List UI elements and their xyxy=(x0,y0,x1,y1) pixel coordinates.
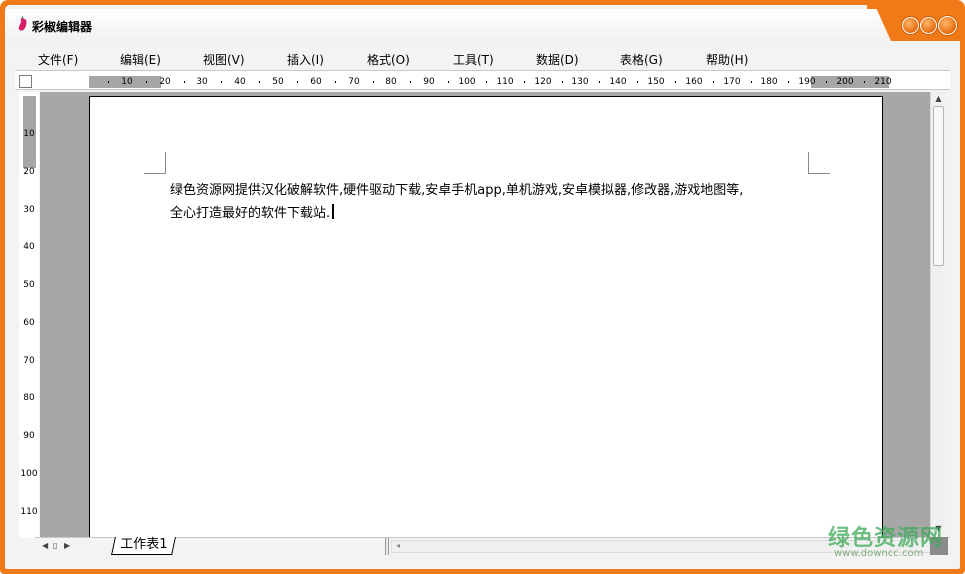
ruler-tick xyxy=(108,81,109,83)
ruler-label: 40 xyxy=(23,242,35,252)
ruler-label: 60 xyxy=(310,77,322,87)
horizontal-ruler[interactable]: 10 20 30 40 50 60 70 80 90 100 110 120 1… xyxy=(89,76,892,88)
ruler-tick xyxy=(562,81,563,83)
ruler-label: 30 xyxy=(23,205,35,215)
ruler-label: 50 xyxy=(23,280,35,290)
ruler-tick xyxy=(864,81,865,83)
tab-next-icon[interactable]: ▶ xyxy=(64,541,70,550)
title-strip xyxy=(5,9,875,41)
ruler-tick xyxy=(259,81,260,83)
ruler-label: 200 xyxy=(836,77,854,87)
menu-edit[interactable]: 编辑(E) xyxy=(120,51,161,68)
ruler-tick xyxy=(826,81,827,83)
ruler-label: 30 xyxy=(196,77,208,87)
ruler-tick xyxy=(410,81,411,83)
ruler-tick xyxy=(297,81,298,83)
watermark-logo: 绿色资源网 www.downcc.com xyxy=(828,520,948,560)
ruler-label: 130 xyxy=(571,77,589,87)
menu-view[interactable]: 视图(V) xyxy=(203,51,245,68)
tab-list-icon[interactable]: ▯ xyxy=(53,541,57,550)
margin-corner-right xyxy=(808,152,830,174)
document-canvas: 绿色资源网提供汉化破解软件,硬件驱动下载,安卓手机app,单机游戏,安卓模拟器,… xyxy=(40,92,930,538)
ruler-tick xyxy=(713,81,714,83)
ruler-label: 110 xyxy=(20,507,38,517)
sheet-tab-label: 工作表1 xyxy=(120,537,168,552)
ruler-tick xyxy=(599,81,600,83)
ruler-label: 10 xyxy=(121,77,133,87)
ruler-label: 70 xyxy=(23,356,35,366)
ruler-label: 150 xyxy=(647,77,665,87)
ruler-tick xyxy=(675,81,676,83)
ruler-tick xyxy=(637,81,638,83)
ruler-tick xyxy=(448,81,449,83)
menu-data[interactable]: 数据(D) xyxy=(536,51,579,68)
ruler-label: 80 xyxy=(385,77,397,87)
document-line: 绿色资源网提供汉化破解软件,硬件驱动下载,安卓手机app,单机游戏,安卓模拟器,… xyxy=(170,183,744,198)
vertical-ruler[interactable]: 10 20 30 40 50 60 70 80 90 100 110 xyxy=(19,92,39,538)
ruler-label: 60 xyxy=(23,318,35,328)
scroll-up-icon[interactable]: ▲ xyxy=(931,94,946,106)
ruler-tick xyxy=(373,81,374,83)
ruler-label: 100 xyxy=(20,469,38,479)
ruler-tick xyxy=(335,81,336,83)
pepper-icon xyxy=(18,16,27,31)
window-bottom-edge xyxy=(15,555,950,561)
ruler-label: 20 xyxy=(159,77,171,87)
ruler-tick xyxy=(146,81,147,83)
ruler-tick xyxy=(751,81,752,83)
text-caret xyxy=(332,204,335,219)
watermark-url: www.downcc.com xyxy=(834,548,924,559)
margin-corner-left xyxy=(144,152,166,174)
vertical-scrollbar[interactable]: ▲ ▼ xyxy=(930,92,945,538)
window-title: 彩椒编辑器 xyxy=(32,20,93,34)
ruler-label: 40 xyxy=(234,77,246,87)
ruler-label: 100 xyxy=(458,77,476,87)
menu-help[interactable]: 帮助(H) xyxy=(706,51,748,68)
ruler-label: 210 xyxy=(874,77,892,87)
ruler-tick xyxy=(486,81,487,83)
ruler-label: 20 xyxy=(23,167,35,177)
vertical-scroll-thumb[interactable] xyxy=(933,106,944,266)
menu-table[interactable]: 表格(G) xyxy=(620,51,663,68)
close-circle-icon[interactable] xyxy=(938,16,957,35)
minimize-circle-icon[interactable] xyxy=(902,17,919,34)
ruler-tick xyxy=(184,81,185,83)
document-page[interactable]: 绿色资源网提供汉化破解软件,硬件驱动下载,安卓手机app,单机游戏,安卓模拟器,… xyxy=(89,96,883,538)
ruler-label: 120 xyxy=(534,77,552,87)
tab-sheet-1[interactable]: 工作表1 xyxy=(111,537,177,555)
ruler-label: 90 xyxy=(423,77,435,87)
ruler-label: 180 xyxy=(760,77,778,87)
ruler-label: 140 xyxy=(609,77,627,87)
sheet-tab-bar: ◀ ▯ ▶ 工作表1 ◂ xyxy=(35,537,950,555)
document-body[interactable]: 绿色资源网提供汉化破解软件,硬件驱动下载,安卓手机app,单机游戏,安卓模拟器,… xyxy=(170,179,830,225)
ruler-tick xyxy=(221,81,222,83)
title-bar[interactable]: 彩椒编辑器 xyxy=(5,5,960,41)
ruler-label: 160 xyxy=(685,77,703,87)
ruler-label: 80 xyxy=(23,393,35,403)
ruler-corner-box[interactable] xyxy=(19,75,32,88)
ruler-label: 110 xyxy=(496,77,514,87)
ruler-label: 190 xyxy=(798,77,816,87)
ruler-tick xyxy=(788,81,789,83)
maximize-circle-icon[interactable] xyxy=(920,17,937,34)
ruler-label: 10 xyxy=(23,129,35,139)
ruler-label: 70 xyxy=(348,77,360,87)
menu-file[interactable]: 文件(F) xyxy=(38,51,78,68)
menu-tools[interactable]: 工具(T) xyxy=(453,51,494,68)
menu-format[interactable]: 格式(O) xyxy=(367,51,410,68)
menu-bar: 文件(F) 编辑(E) 视图(V) 插入(I) 格式(O) 工具(T) 数据(D… xyxy=(5,41,960,71)
scroll-left-icon[interactable]: ◂ xyxy=(396,541,400,550)
menu-insert[interactable]: 插入(I) xyxy=(287,51,324,68)
document-line: 全心打造最好的软件下载站. xyxy=(170,206,331,221)
ruler-label: 90 xyxy=(23,431,35,441)
document-line-last: 全心打造最好的软件下载站. xyxy=(170,202,830,225)
tab-prev-icon[interactable]: ◀ xyxy=(42,541,48,550)
tab-splitter[interactable] xyxy=(385,538,389,555)
ruler-label: 170 xyxy=(723,77,741,87)
ruler-tick xyxy=(524,81,525,83)
ruler-label: 50 xyxy=(272,77,284,87)
